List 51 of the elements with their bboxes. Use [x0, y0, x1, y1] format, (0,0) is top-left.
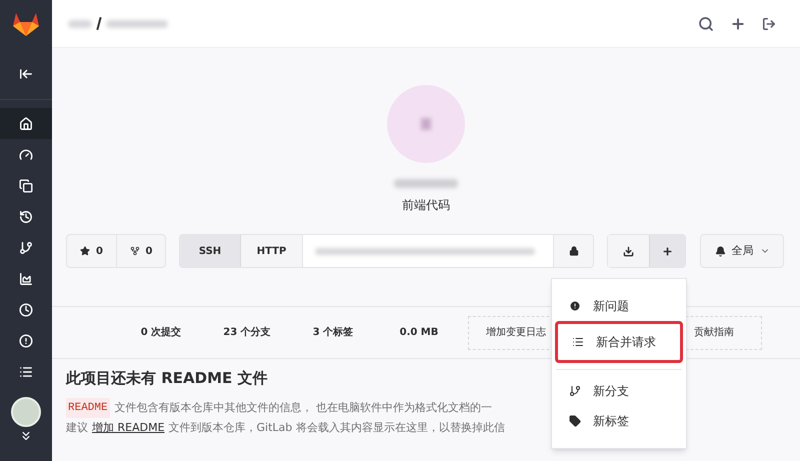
- history-icon: [19, 210, 33, 224]
- plus-icon[interactable]: [730, 16, 746, 32]
- blurred-breadcrumb: [106, 20, 168, 28]
- branch-icon: [569, 385, 581, 397]
- user-avatar[interactable]: [11, 397, 41, 427]
- readme-text: 文件到版本仓库，GitLab 将会载入其内容显示在这里，以替换掉此信: [168, 420, 505, 436]
- copy-button[interactable]: [553, 234, 594, 268]
- download-button[interactable]: [608, 235, 649, 267]
- blurred-breadcrumb: [68, 20, 92, 28]
- clone-url-field[interactable]: [303, 234, 553, 268]
- home-icon: [19, 116, 33, 130]
- copy-icon: [19, 178, 33, 192]
- menu-item[interactable]: 新分支: [552, 376, 686, 406]
- logo-icon[interactable]: [12, 11, 40, 37]
- protocol-tab[interactable]: SSH: [180, 235, 241, 267]
- star-button[interactable]: 0: [67, 235, 116, 267]
- stat-link[interactable]: 3 个标签: [290, 325, 376, 340]
- branch-icon: [19, 240, 33, 254]
- readme-heading: 此项目还未有 README 文件: [66, 368, 268, 389]
- menu-item[interactable]: 新标签: [552, 406, 686, 436]
- plus-icon: [662, 246, 673, 256]
- gauge-icon: [19, 148, 33, 162]
- readme-text: 建议: [66, 420, 88, 436]
- alert-icon: [569, 300, 581, 312]
- download-icon: [623, 246, 634, 256]
- stat-link[interactable]: 0 次提交: [118, 325, 204, 340]
- fork-icon: [130, 246, 140, 256]
- star-icon: [80, 246, 90, 256]
- notification-button[interactable]: 全局: [700, 234, 784, 268]
- stat-link[interactable]: 0.0 MB: [376, 325, 462, 340]
- blurred-project-name: [394, 179, 458, 188]
- tag-icon: [569, 415, 581, 427]
- lock-icon: [568, 246, 578, 256]
- clock-icon: [19, 302, 33, 316]
- project-description: 前端代码: [402, 197, 450, 214]
- search-icon[interactable]: [698, 16, 714, 32]
- separator-slash: [96, 17, 102, 30]
- stat-link[interactable]: 23 个分支: [204, 325, 290, 340]
- add-readme-link[interactable]: 增加 README: [92, 418, 165, 438]
- menu-item[interactable]: 新合并请求: [555, 321, 683, 363]
- sidebar-item[interactable]: [0, 108, 52, 139]
- collapse-icon: [19, 66, 33, 80]
- sign-out-icon[interactable]: [762, 16, 776, 30]
- alert-icon: [19, 334, 33, 348]
- fork-button[interactable]: 0: [116, 235, 165, 267]
- protocol-tab[interactable]: HTTP: [241, 235, 302, 267]
- readme-text: 文件包含有版本仓库中其他文件的信息， 也在电脑软件中作为格式化文档的一: [114, 400, 492, 416]
- bell-icon: [714, 246, 726, 256]
- list-icon: [19, 364, 33, 378]
- code-tag: README: [66, 398, 110, 418]
- chart-icon: [19, 272, 33, 286]
